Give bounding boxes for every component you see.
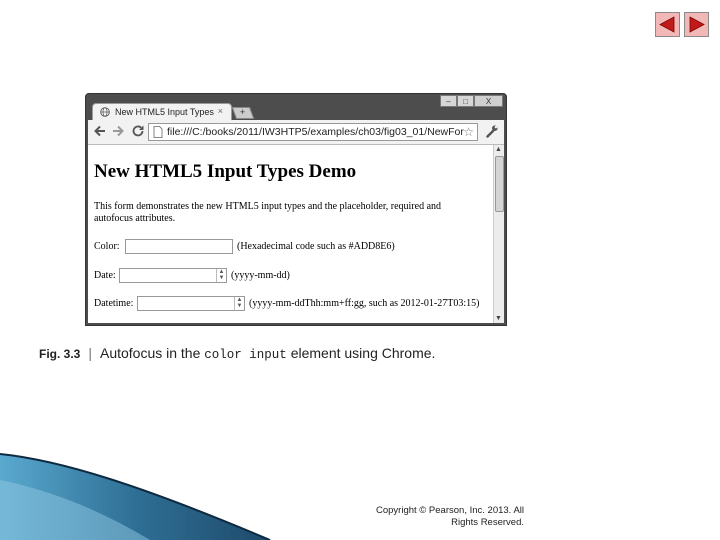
color-label: Color: [94, 241, 120, 252]
minimize-button[interactable]: – [440, 95, 457, 107]
scroll-down-icon[interactable]: ▼ [495, 315, 502, 322]
copyright-line-2: Rights Reserved. [451, 517, 524, 528]
tab-close-icon[interactable]: × [218, 106, 223, 116]
datetime-label: Datetime: [94, 298, 134, 309]
browser-toolbar: file:///C:/books/2011/IW3HTP5/examples/c… [88, 120, 504, 145]
browser-window: New HTML5 Input Types × + – □ X file:///… [85, 93, 507, 326]
color-hint: (Hexadecimal code such as #ADD8E6) [237, 241, 395, 252]
date-spinner-icon[interactable]: ▲ ▼ [216, 269, 226, 282]
page-globe-icon [100, 107, 110, 117]
plus-icon: + [240, 107, 246, 117]
date-input[interactable]: ▲ ▼ [119, 268, 227, 283]
star-icon[interactable]: ☆ [463, 124, 474, 140]
caption-code: color input [204, 348, 287, 362]
left-arrow-icon [659, 16, 675, 33]
decorative-swoosh [0, 453, 271, 540]
figure-caption: Fig. 3.3 | Autofocus in the color input el… [39, 345, 435, 362]
copyright-line-1: Copyright © Pearson, Inc. 2013. All [376, 505, 524, 516]
caption-text-after: element using Chrome. [290, 345, 436, 361]
tab-strip: New HTML5 Input Types × + – □ X [86, 94, 506, 120]
datetime-input[interactable]: ▲ ▼ [137, 296, 245, 311]
forward-arrow-icon [113, 125, 124, 137]
address-bar[interactable]: file:///C:/books/2011/IW3HTP5/examples/c… [148, 123, 478, 141]
copyright-notice: Copyright © Pearson, Inc. 2013. All Righ… [330, 505, 524, 529]
date-label: Date: [94, 270, 116, 281]
reload-button[interactable] [130, 124, 146, 140]
new-tab-button[interactable]: + [231, 107, 255, 119]
caption-text-before: Autofocus in the [99, 345, 201, 361]
forward-button[interactable] [110, 124, 126, 140]
page-title: New HTML5 Input Types Demo [94, 161, 357, 182]
previous-slide-button[interactable] [655, 12, 680, 37]
vertical-scrollbar[interactable]: ▲ ▼ [493, 145, 504, 323]
reload-icon [132, 125, 144, 137]
scrollbar-thumb[interactable] [495, 156, 504, 212]
maximize-button[interactable]: □ [457, 95, 474, 107]
tab-title: New HTML5 Input Types [115, 107, 214, 117]
figure-number: Fig. 3.3 [39, 347, 81, 361]
date-hint: (yyyy-mm-dd) [231, 270, 290, 281]
back-arrow-icon [94, 125, 105, 137]
close-window-button[interactable]: X [474, 95, 503, 107]
page-content: New HTML5 Input Types Demo This form dem… [88, 145, 493, 323]
page-description: This form demonstrates the new HTML5 inp… [94, 201, 442, 224]
settings-button[interactable] [484, 124, 500, 140]
scroll-up-icon[interactable]: ▲ [495, 146, 502, 153]
right-arrow-icon [689, 16, 705, 33]
color-input[interactable] [125, 239, 233, 254]
browser-tab[interactable]: New HTML5 Input Types × [92, 103, 232, 120]
back-button[interactable] [92, 124, 108, 140]
datetime-spinner-icon[interactable]: ▲ ▼ [234, 297, 244, 310]
datetime-hint: (yyyy-mm-ddThh:mm+ff:gg, such as 2012-01… [249, 298, 480, 309]
page-icon [153, 126, 163, 139]
next-slide-button[interactable] [684, 12, 709, 37]
url-text: file:///C:/books/2011/IW3HTP5/examples/c… [167, 126, 464, 138]
caption-separator: | [88, 345, 92, 361]
wrench-icon [486, 125, 498, 138]
